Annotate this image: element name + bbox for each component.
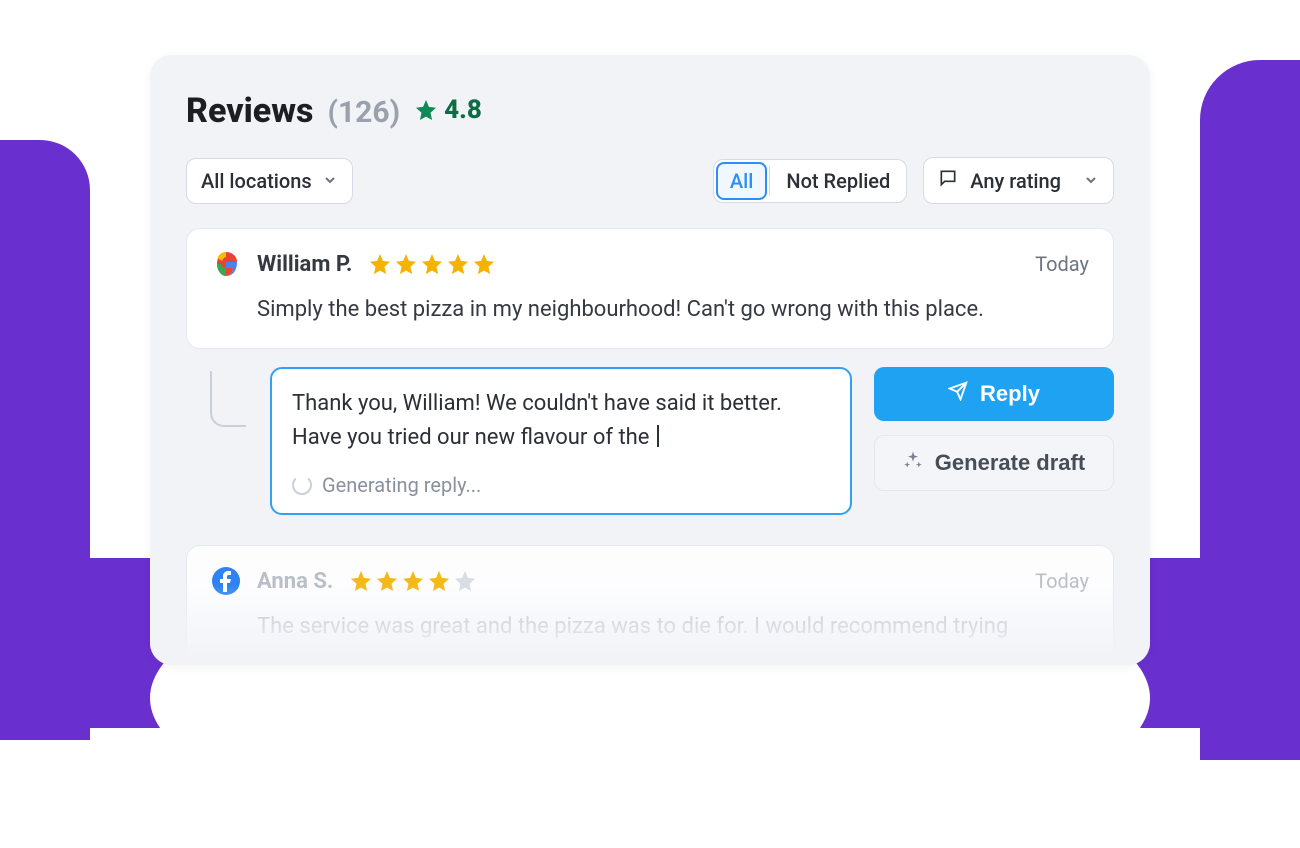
review-body: Simply the best pizza in my neighbourhoo… <box>211 293 1089 326</box>
star-icon <box>446 252 470 276</box>
filters-row: All locations All Not Replied Any rating <box>186 157 1114 204</box>
review-time: Today <box>1035 569 1089 593</box>
reviews-panel: Reviews (126) 4.8 All locations All Not … <box>150 55 1150 665</box>
chevron-down-icon <box>1083 169 1099 193</box>
average-rating-value: 4.8 <box>444 95 482 125</box>
review-card: William P. Today Simply the best pizza i… <box>186 228 1114 349</box>
star-icon <box>368 252 392 276</box>
background-shape-right <box>1200 60 1300 760</box>
average-rating: 4.8 <box>414 95 482 125</box>
star-empty-icon <box>453 569 477 593</box>
star-icon <box>427 569 451 593</box>
sparkle-icon <box>903 450 923 476</box>
review-header: William P. Today <box>211 249 1089 279</box>
reply-input[interactable]: Thank you, William! We couldn't have sai… <box>270 367 852 515</box>
spinner-icon <box>292 475 312 495</box>
review-body: The service was great and the pizza was … <box>211 610 1089 643</box>
star-icon <box>375 569 399 593</box>
page-title: Reviews <box>186 91 313 131</box>
review-header: Anna S. Today <box>211 566 1089 596</box>
review-author: William P. <box>257 252 352 277</box>
google-icon <box>211 249 241 279</box>
review-count: (126) <box>327 95 400 130</box>
star-icon <box>414 98 438 122</box>
facebook-icon <box>211 566 241 596</box>
star-icon <box>394 252 418 276</box>
star-icon <box>420 252 444 276</box>
location-filter[interactable]: All locations <box>186 158 353 204</box>
star-icon <box>401 569 425 593</box>
reply-line-1: Thank you, William! We couldn't have sai… <box>292 391 782 416</box>
reply-button-label: Reply <box>980 381 1040 407</box>
send-icon <box>948 381 968 407</box>
generating-label: Generating reply... <box>322 473 481 497</box>
generate-draft-button[interactable]: Generate draft <box>874 435 1114 491</box>
reply-draft-text: Thank you, William! We couldn't have sai… <box>292 387 830 459</box>
chevron-down-icon <box>322 169 338 193</box>
reply-status-tabs: All Not Replied <box>713 159 907 203</box>
tab-all[interactable]: All <box>716 162 767 200</box>
panel-header: Reviews (126) 4.8 <box>186 91 1114 131</box>
star-icon <box>472 252 496 276</box>
star-icon <box>349 569 373 593</box>
chat-icon <box>938 168 958 193</box>
tab-not-replied[interactable]: Not Replied <box>770 160 906 202</box>
reply-thread: Thank you, William! We couldn't have sai… <box>186 367 1114 515</box>
reply-area: Thank you, William! We couldn't have sai… <box>270 367 1114 515</box>
review-author: Anna S. <box>257 569 333 594</box>
text-cursor <box>657 425 659 447</box>
location-filter-label: All locations <box>201 169 312 193</box>
reply-button[interactable]: Reply <box>874 367 1114 421</box>
review-stars <box>349 569 477 593</box>
review-card: Anna S. Today The service was great and … <box>186 545 1114 665</box>
reply-actions: Reply Generate draft <box>874 367 1114 515</box>
rating-filter-label: Any rating <box>970 169 1061 193</box>
background-shape-left <box>0 140 90 740</box>
generate-draft-label: Generate draft <box>935 450 1085 476</box>
thread-connector <box>210 371 246 427</box>
rating-filter[interactable]: Any rating <box>923 157 1114 204</box>
generating-status: Generating reply... <box>292 473 830 497</box>
review-time: Today <box>1035 252 1089 276</box>
reply-line-2: Have you tried our new flavour of the <box>292 425 655 450</box>
review-stars <box>368 252 496 276</box>
